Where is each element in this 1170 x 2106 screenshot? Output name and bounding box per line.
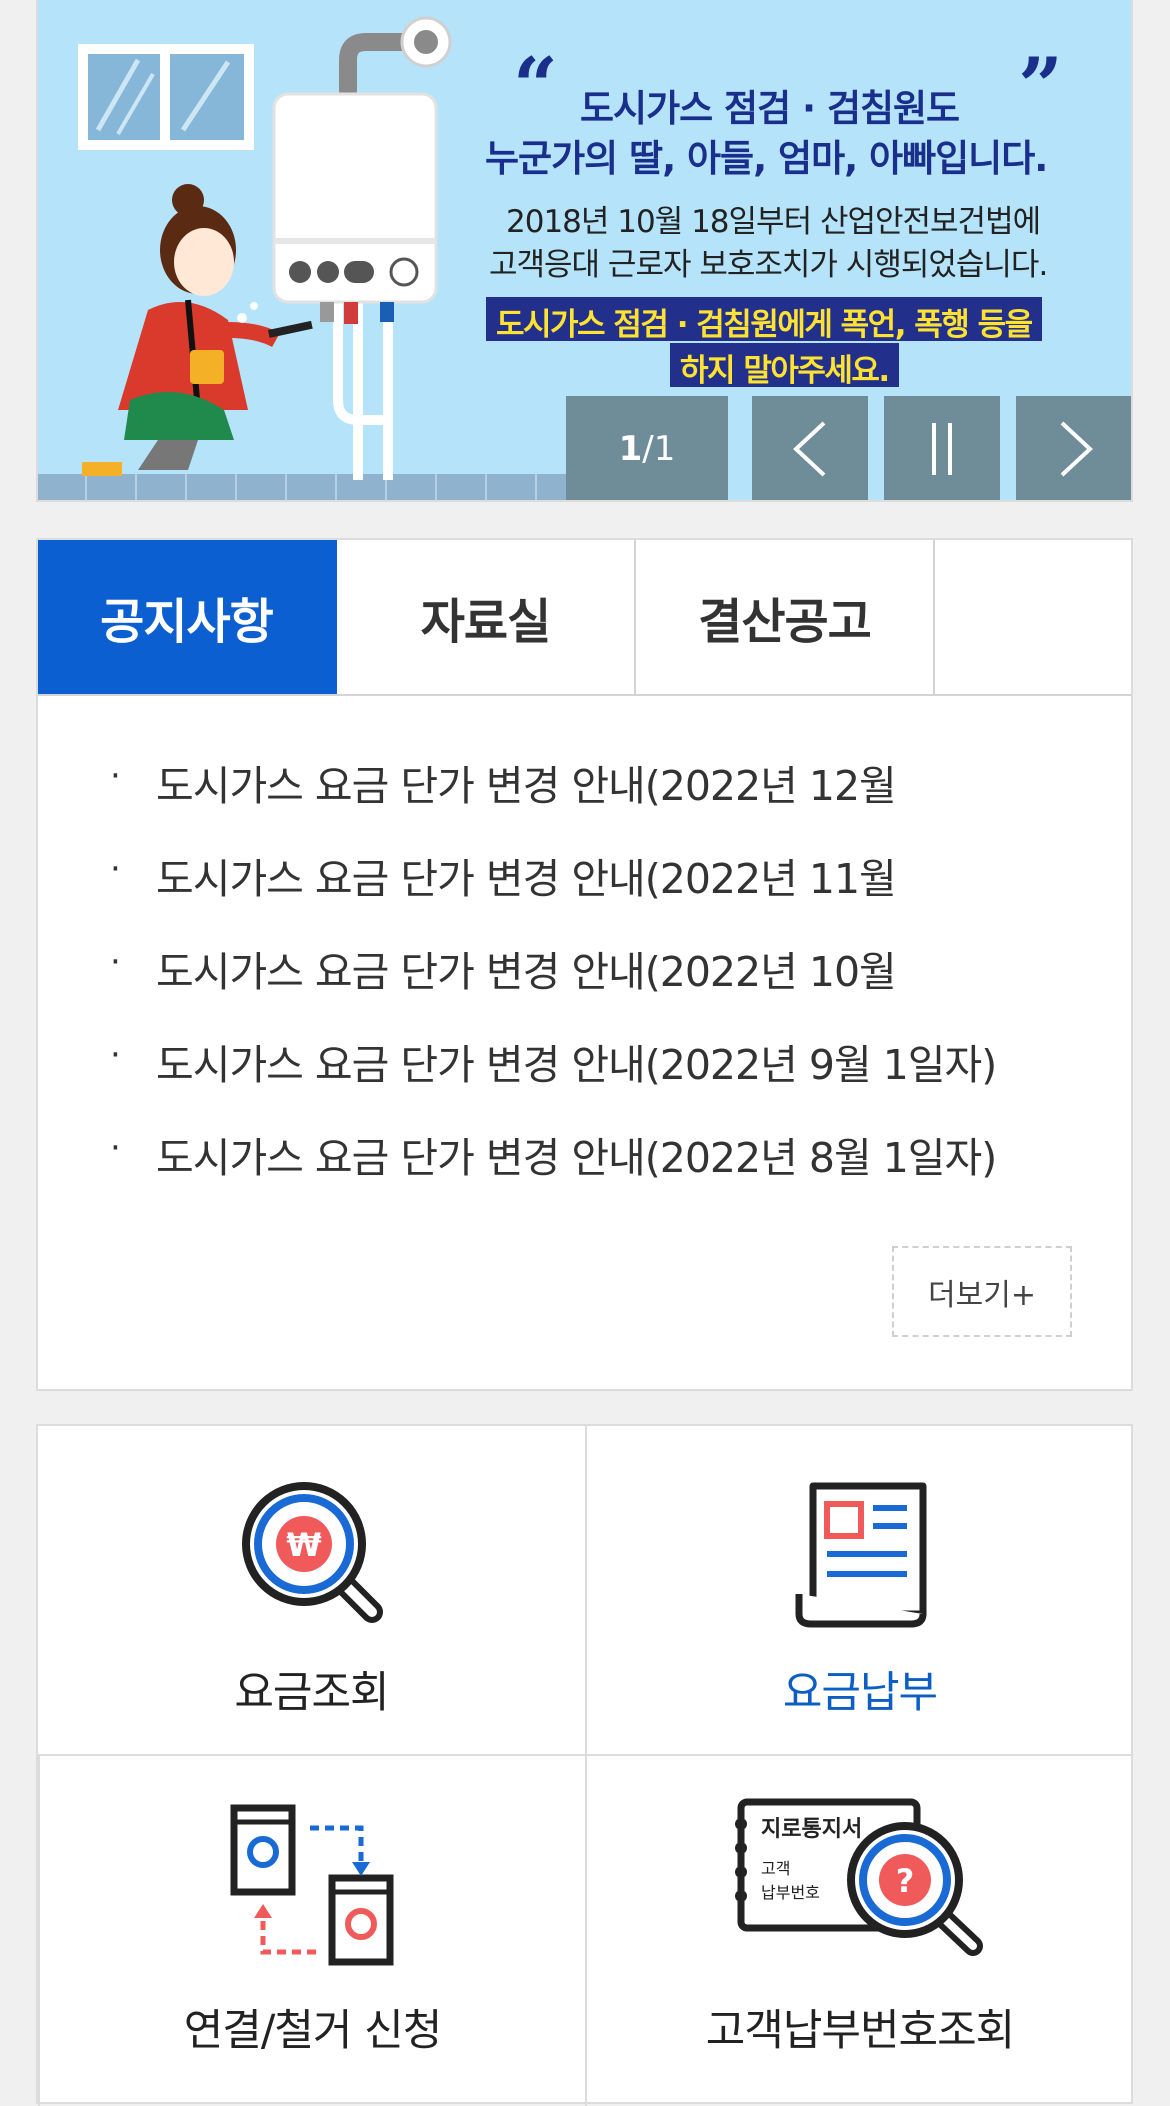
slide-current: 1 (618, 429, 643, 469)
quick-menu: ₩ 요금조회 요금납부 연결/철거 신청 지로통지서 고객 납부번호 ? 고객납… (36, 1424, 1133, 2106)
notice-title: 도시가스 요금 단가 변경 안내(2022년 8월 1일자) (156, 1134, 997, 1182)
question-mark-symbol: ? (896, 1862, 915, 1900)
quick-menu-label: 연결/철거 신청 (183, 2006, 443, 2056)
tab-notice[interactable]: 공지사항 (38, 540, 337, 694)
close-quote-mark: ” (1018, 41, 1063, 132)
notice-title: 도시가스 요금 단가 변경 안내(2022년 11월 (156, 855, 897, 903)
quick-menu-payment-number-lookup[interactable]: 지로통지서 고객 납부번호 ? 고객납부번호조회 (587, 1756, 1133, 2106)
chevron-right-icon (1060, 421, 1093, 477)
prev-slide-button[interactable] (752, 396, 868, 500)
quick-menu-label: 요금납부 (782, 1668, 938, 1718)
pause-slide-button[interactable] (884, 396, 1000, 500)
quick-menu-label: 요금조회 (234, 1668, 389, 1718)
notice-title: 도시가스 요금 단가 변경 안내(2022년 9월 1일자) (156, 1041, 997, 1089)
bullet: · (110, 1035, 121, 1075)
notice-board: 공지사항 자료실 결산공고 · 도시가스 요금 단가 변경 안내(2022년 12… (36, 538, 1133, 1391)
bill-document-icon (795, 1482, 927, 1628)
slide-counter: 1/1 (566, 396, 728, 500)
icon-text-payment-number: 납부번호 (761, 1883, 820, 1902)
notice-list: · 도시가스 요금 단가 변경 안내(2022년 12월 · 도시가스 요금 단가 … (110, 752, 997, 1217)
quick-menu-bill-payment[interactable]: 요금납부 (587, 1426, 1133, 1756)
list-item[interactable]: · 도시가스 요금 단가 변경 안내(2022년 10월 (110, 938, 996, 1031)
tab-empty (935, 540, 1131, 694)
notice-title: 도시가스 요금 단가 변경 안내(2022년 12월 (156, 762, 897, 810)
pause-icon (932, 423, 952, 475)
banner-highlight-line2: 하지 말아주세요. (670, 343, 899, 389)
board-tabs: 공지사항 자료실 결산공고 (38, 540, 1131, 696)
tab-archive[interactable]: 자료실 (337, 540, 636, 694)
won-magnifier-icon: ₩ (242, 1482, 383, 1623)
bullet: · (110, 756, 121, 796)
list-item[interactable]: · 도시가스 요금 단가 변경 안내(2022년 8월 1일자) (110, 1124, 997, 1217)
icon-text-customer: 고객 (761, 1859, 790, 1878)
notice-title: 도시가스 요금 단가 변경 안내(2022년 10월 (156, 948, 897, 996)
list-item[interactable]: · 도시가스 요금 단가 변경 안내(2022년 12월 (110, 752, 996, 845)
bullet: · (110, 942, 121, 982)
quick-menu-connect-disconnect[interactable]: 연결/철거 신청 (38, 1756, 587, 2106)
quick-menu-bill-inquiry[interactable]: ₩ 요금조회 (38, 1426, 587, 1756)
connect-disconnect-icon (230, 1804, 394, 1966)
more-button[interactable]: 더보기+ (892, 1246, 1072, 1337)
banner-highlight-line1: 도시가스 점검 · 검침원에게 폭언, 폭행 등을 (486, 297, 1042, 343)
giro-notice-search-icon: 지로통지서 고객 납부번호 ? (735, 1798, 983, 1956)
banner-title-line1: 도시가스 점검 · 검침원도 (580, 87, 960, 130)
next-slide-button[interactable] (1016, 396, 1131, 500)
slide-total: 1 (653, 429, 676, 469)
list-item[interactable]: · 도시가스 요금 단가 변경 안내(2022년 9월 1일자) (110, 1031, 997, 1124)
slide-separator: / (642, 429, 654, 469)
icon-text-giro: 지로통지서 (761, 1817, 862, 1842)
chevron-left-icon (793, 421, 826, 477)
open-quote-mark: “ (513, 41, 558, 132)
banner-body-line2: 고객응대 근로자 보호조치가 시행되었습니다. (489, 247, 1048, 283)
svg-text:₩: ₩ (286, 1526, 321, 1564)
promo-banner: “ ” 도시가스 점검 · 검침원도 누군가의 딸, 아들, 엄마, 아빠입니다… (36, 0, 1133, 502)
quick-menu-label: 고객납부번호조회 (705, 2006, 1015, 2056)
tab-settlement[interactable]: 결산공고 (636, 540, 935, 694)
list-item[interactable]: · 도시가스 요금 단가 변경 안내(2022년 11월 (110, 845, 996, 938)
banner-title-line2: 누군가의 딸, 아들, 엄마, 아빠입니다. (485, 137, 1048, 180)
bullet: · (110, 849, 121, 889)
bullet: · (110, 1128, 121, 1168)
banner-body-line1: 2018년 10월 18일부터 산업안전보건법에 (506, 204, 1041, 240)
